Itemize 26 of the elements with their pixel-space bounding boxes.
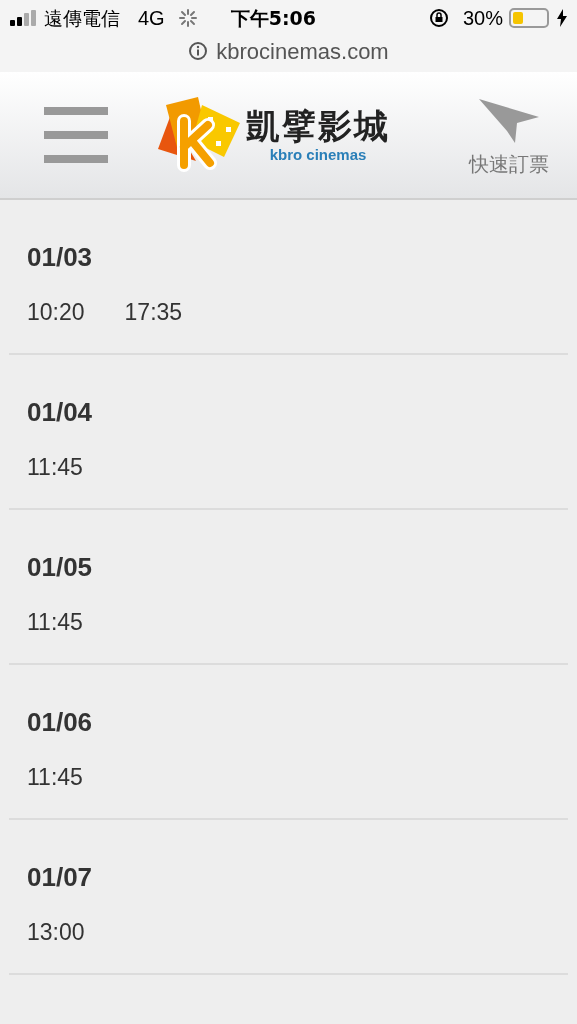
showtime-link[interactable]: 11:45 (27, 763, 83, 791)
info-icon (188, 41, 209, 61)
battery-percentage: 30% (462, 6, 503, 31)
showtime-link[interactable]: 11:45 (27, 453, 83, 481)
quick-booking-button[interactable]: 快速訂票 (469, 99, 549, 179)
menu-icon[interactable] (44, 107, 108, 163)
showtime-link[interactable]: 13:00 (27, 918, 85, 946)
loading-icon (178, 9, 197, 27)
show-date: 01/06 (27, 707, 94, 737)
network-type: 4G (138, 6, 165, 31)
battery-icon (509, 8, 549, 28)
showtime-link[interactable]: 11:45 (27, 608, 83, 636)
rotation-lock-icon (428, 8, 449, 28)
clock-time: 下午5:06 (230, 5, 316, 31)
logo-subtitle: kbro cinemas (269, 146, 367, 164)
page-url[interactable]: kbrocinemas.com (216, 34, 389, 68)
showtime-link[interactable]: 10:20 (27, 298, 85, 326)
charging-icon (557, 9, 567, 27)
show-date: 01/04 (27, 397, 94, 427)
carrier-name: 遠傳電信 (44, 5, 120, 31)
show-date: 01/07 (27, 862, 94, 892)
logo-title: 凱擘影城 (246, 106, 390, 146)
show-date: 01/05 (27, 552, 94, 582)
showtime-link[interactable]: 17:35 (124, 298, 183, 326)
paper-plane-icon (479, 99, 539, 145)
show-date: 01/03 (27, 242, 94, 272)
